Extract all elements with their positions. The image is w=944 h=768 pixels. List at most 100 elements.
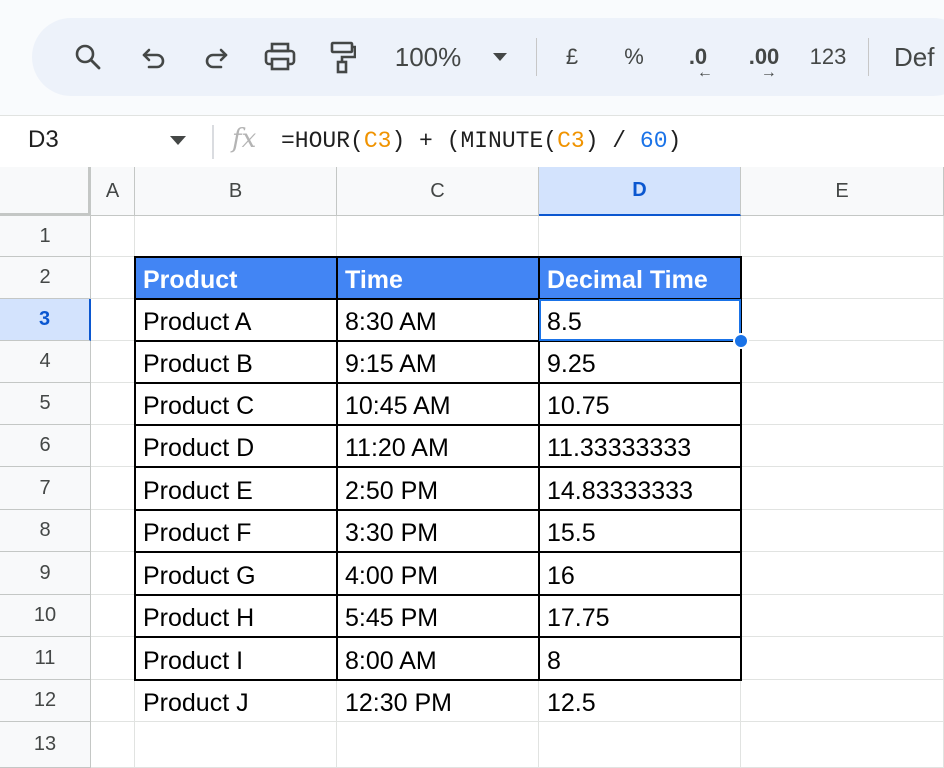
zoom-select[interactable]: 100% bbox=[386, 18, 470, 96]
fill-handle[interactable] bbox=[733, 333, 749, 349]
row-header-4[interactable]: 4 bbox=[0, 341, 91, 383]
cell[interactable] bbox=[741, 299, 944, 341]
table-cell[interactable]: Product J bbox=[135, 680, 337, 722]
cell[interactable] bbox=[91, 467, 135, 510]
cell[interactable] bbox=[91, 257, 135, 299]
zoom-dropdown-icon[interactable] bbox=[488, 18, 512, 96]
table-cell[interactable]: 11:20 AM bbox=[337, 425, 539, 467]
table-cell[interactable]: 12.5 bbox=[539, 680, 741, 722]
name-box-dropdown-icon[interactable] bbox=[170, 136, 186, 145]
cell[interactable] bbox=[91, 637, 135, 680]
cell[interactable] bbox=[135, 216, 337, 257]
table-header-cell[interactable]: Product bbox=[135, 257, 337, 299]
cell[interactable] bbox=[91, 341, 135, 383]
percent-format-button[interactable]: % bbox=[618, 18, 650, 96]
more-formats-button[interactable]: 123 bbox=[804, 18, 852, 96]
table-cell[interactable]: 8:00 AM bbox=[337, 637, 539, 680]
table-cell[interactable]: 4:00 PM bbox=[337, 552, 539, 595]
cell[interactable] bbox=[741, 341, 944, 383]
font-family-select[interactable]: Def bbox=[894, 18, 944, 96]
cell[interactable] bbox=[337, 216, 539, 257]
table-cell[interactable]: Product D bbox=[135, 425, 337, 467]
cell[interactable] bbox=[91, 680, 135, 722]
cell[interactable] bbox=[135, 722, 337, 768]
cell[interactable] bbox=[741, 637, 944, 680]
redo-icon[interactable] bbox=[198, 18, 234, 96]
row-header-11[interactable]: 11 bbox=[0, 637, 91, 680]
cell[interactable] bbox=[741, 510, 944, 552]
row-header-2[interactable]: 2 bbox=[0, 257, 91, 299]
cell[interactable] bbox=[741, 680, 944, 722]
cell[interactable] bbox=[741, 552, 944, 595]
table-cell[interactable]: Product G bbox=[135, 552, 337, 595]
formula-input[interactable]: =HOUR(C3) + (MINUTE(C3) / 60) bbox=[281, 128, 681, 154]
table-cell[interactable]: 2:50 PM bbox=[337, 467, 539, 510]
row-header-9[interactable]: 9 bbox=[0, 552, 91, 595]
select-all-corner[interactable] bbox=[0, 167, 91, 216]
search-icon[interactable] bbox=[68, 18, 108, 96]
cell[interactable] bbox=[741, 216, 944, 257]
cell[interactable] bbox=[539, 722, 741, 768]
cell[interactable] bbox=[91, 552, 135, 595]
name-box[interactable]: D3 bbox=[28, 126, 59, 154]
cell[interactable] bbox=[539, 216, 741, 257]
cell[interactable] bbox=[741, 425, 944, 467]
cell[interactable] bbox=[337, 722, 539, 768]
column-header-c[interactable]: C bbox=[337, 167, 539, 216]
cell[interactable] bbox=[91, 425, 135, 467]
cell[interactable] bbox=[91, 510, 135, 552]
table-cell[interactable]: 17.75 bbox=[539, 595, 741, 637]
table-header-cell[interactable]: Time bbox=[337, 257, 539, 299]
currency-format-button[interactable]: £ bbox=[556, 18, 588, 96]
table-cell[interactable]: Product I bbox=[135, 637, 337, 680]
column-header-d[interactable]: D bbox=[539, 167, 741, 216]
table-cell[interactable]: 10:45 AM bbox=[337, 383, 539, 425]
cell[interactable] bbox=[741, 467, 944, 510]
paint-format-icon[interactable] bbox=[322, 18, 362, 96]
table-cell[interactable]: 3:30 PM bbox=[337, 510, 539, 552]
spreadsheet-grid[interactable]: A B C D E 1 2 3 4 5 6 7 8 9 10 11 12 13 Product Time Decimal… bbox=[0, 167, 944, 768]
cell[interactable] bbox=[91, 299, 135, 341]
undo-icon[interactable] bbox=[136, 18, 172, 96]
cell[interactable] bbox=[741, 595, 944, 637]
table-cell[interactable]: 9:15 AM bbox=[337, 341, 539, 383]
table-cell[interactable]: 8 bbox=[539, 637, 741, 680]
cell[interactable] bbox=[741, 257, 944, 299]
cell[interactable] bbox=[741, 383, 944, 425]
column-header-a[interactable]: A bbox=[91, 167, 135, 216]
table-cell[interactable]: 14.83333333 bbox=[539, 467, 741, 510]
row-header-5[interactable]: 5 bbox=[0, 383, 91, 425]
row-header-10[interactable]: 10 bbox=[0, 595, 91, 637]
cell[interactable] bbox=[91, 383, 135, 425]
column-header-e[interactable]: E bbox=[741, 167, 944, 216]
column-header-b[interactable]: B bbox=[135, 167, 337, 216]
table-header-cell[interactable]: Decimal Time bbox=[539, 257, 741, 299]
row-header-8[interactable]: 8 bbox=[0, 510, 91, 552]
increase-decimal-button[interactable]: .00 → bbox=[740, 18, 788, 96]
cell[interactable] bbox=[91, 722, 135, 768]
table-cell[interactable]: 10.75 bbox=[539, 383, 741, 425]
table-cell[interactable]: 8:30 AM bbox=[337, 299, 539, 341]
table-cell[interactable]: Product F bbox=[135, 510, 337, 552]
row-header-1[interactable]: 1 bbox=[0, 216, 91, 257]
table-cell[interactable]: 5:45 PM bbox=[337, 595, 539, 637]
decrease-decimal-button[interactable]: .0 ← bbox=[676, 18, 720, 96]
cell[interactable] bbox=[91, 595, 135, 637]
table-cell[interactable]: 12:30 PM bbox=[337, 680, 539, 722]
table-cell[interactable]: 11.33333333 bbox=[539, 425, 741, 467]
row-header-7[interactable]: 7 bbox=[0, 467, 91, 510]
row-header-6[interactable]: 6 bbox=[0, 425, 91, 467]
table-cell[interactable]: Product C bbox=[135, 383, 337, 425]
table-cell[interactable]: Product H bbox=[135, 595, 337, 637]
table-cell[interactable]: 16 bbox=[539, 552, 741, 595]
row-header-3[interactable]: 3 bbox=[0, 299, 91, 341]
table-cell[interactable]: Product A bbox=[135, 299, 337, 341]
table-cell[interactable]: 9.25 bbox=[539, 341, 741, 383]
cell[interactable] bbox=[91, 216, 135, 257]
row-header-13[interactable]: 13 bbox=[0, 722, 91, 768]
row-header-12[interactable]: 12 bbox=[0, 680, 91, 722]
cell[interactable] bbox=[741, 722, 944, 768]
table-cell[interactable]: 15.5 bbox=[539, 510, 741, 552]
table-cell[interactable]: Product B bbox=[135, 341, 337, 383]
table-cell[interactable]: Product E bbox=[135, 467, 337, 510]
